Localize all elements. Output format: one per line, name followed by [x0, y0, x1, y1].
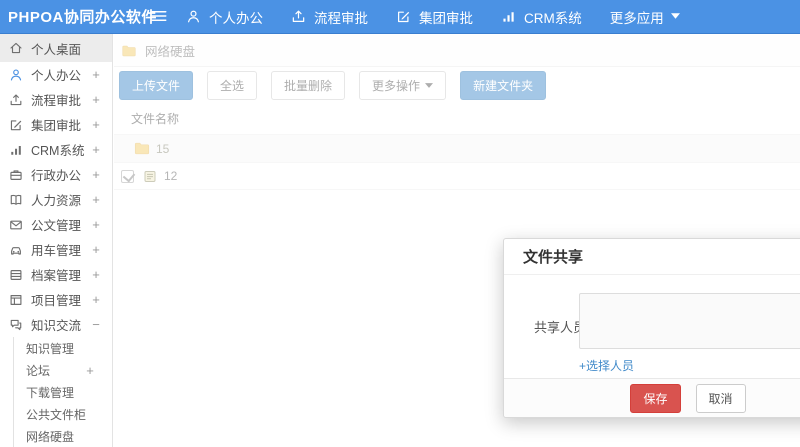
- sidebar-item-label: 档案管理: [31, 269, 82, 283]
- nav-label: 集团审批: [419, 10, 473, 26]
- sidebar-item-label: 用车管理: [31, 244, 82, 258]
- person-icon: [9, 68, 23, 82]
- expand-toggle[interactable]: +: [88, 117, 104, 132]
- sidebar-item-label: 流程审批: [31, 94, 82, 108]
- file-share-dialog: 文件共享 共享人员 +选择人员 保存 取消: [503, 238, 800, 418]
- sidebar-subitem-knowledge-mgmt[interactable]: 知识管理: [14, 337, 112, 359]
- home-icon: [9, 41, 23, 55]
- edit-icon: [9, 118, 23, 132]
- sidebar-item-label: 公文管理: [31, 219, 82, 233]
- sidebar-subitem-label: 知识管理: [26, 341, 75, 356]
- dialog-body: 共享人员 +选择人员: [504, 275, 800, 380]
- sidebar-item-personal-desktop[interactable]: 个人桌面: [0, 34, 112, 62]
- topbar: PHPOA协同办公软件 个人办公 流程审批 集团审批 CRM系统 更多应用: [0, 0, 800, 34]
- sidebar-item-crm-system[interactable]: CRM系统 +: [0, 137, 112, 162]
- expand-toggle[interactable]: +: [82, 363, 98, 378]
- person-icon: [186, 9, 202, 25]
- sidebar-subitem-download-mgmt[interactable]: 下载管理: [14, 381, 112, 403]
- dialog-title: 文件共享: [523, 249, 584, 266]
- sidebar-item-admin-office[interactable]: 行政办公 +: [0, 162, 112, 187]
- sidebar-subitem-forum[interactable]: 论坛 +: [14, 359, 112, 381]
- sidebar-item-label: 个人桌面: [31, 42, 82, 57]
- collapse-toggle[interactable]: −: [88, 317, 104, 332]
- sidebar-item-project-mgmt[interactable]: 项目管理 +: [0, 287, 112, 312]
- sidebar-item-vehicle-mgmt[interactable]: 用车管理 +: [0, 237, 112, 262]
- dialog-header: 文件共享: [504, 239, 800, 275]
- nav-label: 流程审批: [314, 10, 368, 26]
- bar-chart-icon: [501, 9, 517, 25]
- sidebar-item-group-approval[interactable]: 集团审批 +: [0, 112, 112, 137]
- edit-icon: [396, 9, 412, 25]
- archive-icon: [9, 268, 23, 282]
- share-members-box[interactable]: [579, 293, 800, 349]
- upload-icon: [9, 93, 23, 107]
- top-navigation: 个人办公 流程审批 集团审批 CRM系统 更多应用: [186, 7, 709, 27]
- expand-toggle[interactable]: +: [88, 242, 104, 257]
- sidebar-subitem-label: 公共文件柜: [26, 407, 87, 422]
- nav-personal-office[interactable]: 个人办公: [186, 7, 263, 27]
- upload-icon: [291, 9, 307, 25]
- expand-toggle[interactable]: +: [88, 92, 104, 107]
- sidebar-item-label: 行政办公: [31, 169, 82, 183]
- briefcase-icon: [9, 168, 23, 182]
- menu-icon[interactable]: [150, 7, 170, 27]
- car-icon: [9, 243, 23, 257]
- expand-toggle[interactable]: +: [88, 267, 104, 282]
- nav-label: 个人办公: [209, 10, 263, 26]
- sidebar-subitem-network-disk[interactable]: 网络硬盘: [14, 425, 112, 447]
- project-icon: [9, 293, 23, 307]
- nav-label: 更多应用: [609, 10, 664, 26]
- expand-toggle[interactable]: +: [88, 167, 104, 182]
- hamburger-icon: [150, 10, 168, 28]
- nav-label: CRM系统: [524, 10, 582, 26]
- bar-chart-icon: [9, 143, 23, 157]
- select-members-link[interactable]: +选择人员: [579, 357, 634, 374]
- cancel-button[interactable]: 取消: [695, 383, 746, 413]
- sidebar-item-workflow-approval[interactable]: 流程审批 +: [0, 87, 112, 112]
- sidebar-subitem-label: 网络硬盘: [26, 429, 75, 444]
- sidebar-subitem-label: 论坛: [26, 363, 51, 378]
- sidebar-item-label: 集团审批: [31, 119, 82, 133]
- chat-icon: [9, 318, 23, 332]
- chevron-down-icon: [670, 13, 681, 20]
- sidebar-item-hr[interactable]: 人力资源 +: [0, 187, 112, 212]
- expand-toggle[interactable]: +: [88, 192, 104, 207]
- sidebar-submenu: 知识管理 论坛 + 下载管理 公共文件柜 网络硬盘: [13, 337, 112, 447]
- mail-icon: [9, 218, 23, 232]
- nav-more-apps[interactable]: 更多应用: [610, 7, 681, 27]
- expand-toggle[interactable]: +: [88, 142, 104, 157]
- save-button[interactable]: 保存: [630, 383, 681, 413]
- expand-toggle[interactable]: +: [88, 67, 104, 82]
- nav-group-approval[interactable]: 集团审批: [396, 7, 473, 27]
- expand-toggle[interactable]: +: [88, 292, 104, 307]
- book-icon: [9, 193, 23, 207]
- sidebar-item-label: 人力资源: [31, 194, 82, 208]
- sidebar-item-label: 项目管理: [31, 294, 82, 308]
- sidebar-item-label: CRM系统: [31, 144, 85, 158]
- sidebar-item-personal-office[interactable]: 个人办公 +: [0, 62, 112, 87]
- nav-workflow-approval[interactable]: 流程审批: [291, 7, 368, 27]
- sidebar-item-archive-mgmt[interactable]: 档案管理 +: [0, 262, 112, 287]
- sidebar-item-label: 知识交流: [31, 319, 82, 333]
- sidebar-subitem-label: 下载管理: [26, 385, 75, 400]
- sidebar-item-label: 个人办公: [31, 69, 82, 83]
- nav-crm-system[interactable]: CRM系统: [501, 7, 582, 27]
- expand-toggle[interactable]: +: [88, 217, 104, 232]
- sidebar-item-document-mgmt[interactable]: 公文管理 +: [0, 212, 112, 237]
- app-logo: PHPOA协同办公软件: [8, 9, 157, 26]
- sidebar: 个人桌面 个人办公 + 流程审批 + 集团审批 + CRM系统 + 行政办公 +…: [0, 34, 113, 447]
- sidebar-subitem-public-cabinet[interactable]: 公共文件柜: [14, 403, 112, 425]
- sidebar-item-knowledge-exchange[interactable]: 知识交流 −: [0, 312, 112, 337]
- dialog-footer: 保存 取消: [504, 378, 800, 417]
